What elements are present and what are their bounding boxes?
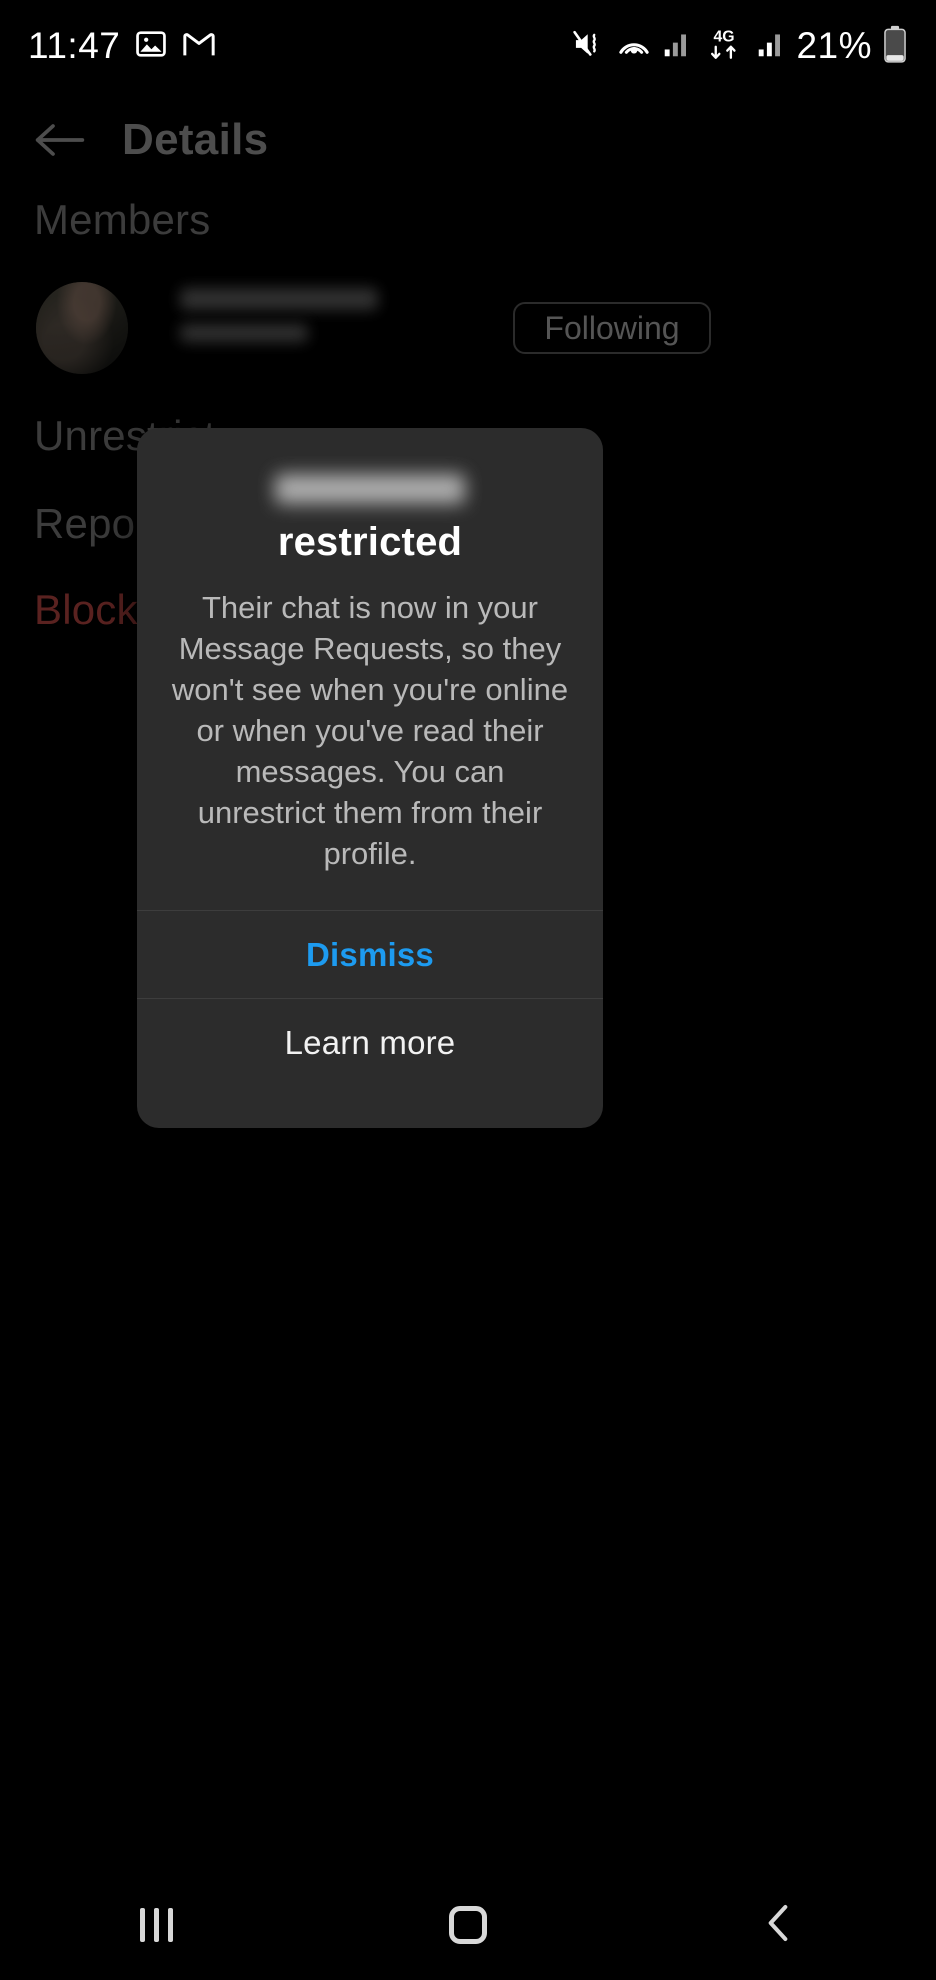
recents-icon	[139, 1908, 173, 1942]
following-button[interactable]: Following	[513, 302, 711, 354]
status-bar: 11:47 4G 21%	[0, 0, 936, 92]
home-button[interactable]	[408, 1885, 528, 1965]
recents-button[interactable]	[96, 1885, 216, 1965]
network-label-text: 4G	[714, 28, 735, 45]
signal-icon-2	[756, 29, 786, 64]
member-row[interactable]: Following	[0, 282, 936, 374]
member-username-redacted	[180, 324, 308, 342]
signal-icon	[662, 29, 692, 64]
page-title: Details	[122, 115, 269, 164]
battery-percent: 21%	[796, 25, 872, 66]
status-bar-right: 4G 21%	[572, 25, 908, 68]
dismiss-button[interactable]: Dismiss	[137, 911, 603, 998]
hotspot-icon	[616, 27, 652, 66]
restricted-dialog: restricted Their chat is now in your Mes…	[137, 428, 603, 1128]
phone-screen: 11:47 4G 21% Details Members Following U…	[0, 0, 936, 1980]
system-nav-bar	[0, 1870, 936, 1980]
nav-back-button[interactable]	[720, 1885, 840, 1965]
dialog-body: restricted Their chat is now in your Mes…	[137, 428, 603, 910]
dialog-username-redacted	[275, 474, 465, 504]
dialog-message: Their chat is now in your Message Reques…	[171, 590, 569, 871]
mute-vibrate-icon	[572, 28, 606, 65]
battery-icon	[882, 25, 908, 68]
app-header: Details	[0, 95, 936, 185]
chevron-left-icon	[763, 1903, 797, 1948]
member-name-redacted	[180, 288, 378, 310]
home-icon	[449, 1906, 487, 1944]
members-section-label: Members	[34, 196, 211, 243]
member-name-block	[180, 288, 378, 342]
gmail-icon	[182, 29, 216, 64]
gallery-icon	[134, 27, 168, 66]
dialog-title: restricted	[277, 520, 463, 564]
status-bar-left: 11:47	[28, 25, 216, 67]
learn-more-button[interactable]: Learn more	[137, 999, 603, 1086]
back-arrow-icon[interactable]	[32, 118, 88, 162]
status-time: 11:47	[28, 25, 121, 66]
avatar[interactable]	[36, 282, 128, 374]
data-transfer-icon: 4G	[702, 26, 746, 67]
menu-item-block[interactable]: Block	[34, 586, 138, 634]
